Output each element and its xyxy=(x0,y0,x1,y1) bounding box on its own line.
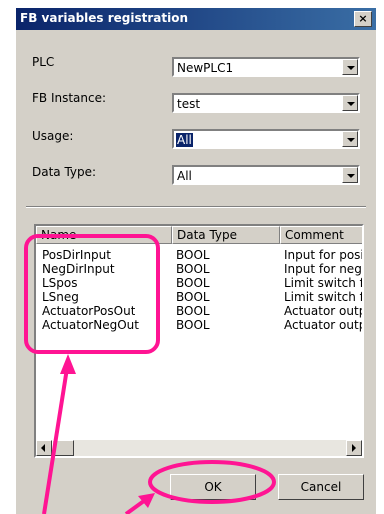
row-name: LSpos xyxy=(42,276,78,290)
row-type: BOOL xyxy=(176,290,210,304)
row-type: BOOL xyxy=(176,304,210,318)
close-button[interactable]: × xyxy=(354,11,372,27)
row-comment: Limit switch fo xyxy=(284,290,364,304)
usage-label: Usage: xyxy=(32,129,74,143)
data-type-label: Data Type: xyxy=(32,165,97,179)
row-name: ActuatorPosOut xyxy=(42,304,136,318)
row-name: NegDirInput xyxy=(42,262,115,276)
row-comment: Input for positi xyxy=(284,248,364,262)
row-comment: Actuator outpu xyxy=(284,318,362,332)
row-type: BOOL xyxy=(176,318,210,332)
scroll-left-icon[interactable] xyxy=(36,440,52,456)
chevron-down-icon[interactable] xyxy=(342,167,358,183)
cancel-button[interactable]: Cancel xyxy=(278,474,364,500)
list-header: Name Data Type Comment xyxy=(36,226,362,244)
table-row[interactable]: LSneg BOOL Limit switch fo xyxy=(36,290,364,304)
variables-list[interactable]: Name Data Type Comment PosDirInput BOOL … xyxy=(34,224,364,458)
table-row[interactable]: ActuatorPosOut BOOL Actuator outpu xyxy=(36,304,362,318)
chevron-down-icon[interactable] xyxy=(342,59,358,75)
separator xyxy=(26,206,366,208)
row-name: LSneg xyxy=(42,290,79,304)
row-comment: Actuator outpu xyxy=(284,304,362,318)
plc-combo[interactable]: NewPLC1 xyxy=(172,57,360,77)
plc-label: PLC xyxy=(32,55,55,69)
data-type-value: All xyxy=(177,169,192,183)
column-header-data-type[interactable]: Data Type xyxy=(172,226,280,244)
ok-button[interactable]: OK xyxy=(170,474,256,500)
data-type-combo[interactable]: All xyxy=(172,165,360,185)
table-row[interactable]: LSpos BOOL Limit switch fo xyxy=(36,276,364,290)
horizontal-scrollbar[interactable] xyxy=(36,440,362,456)
row-name: PosDirInput xyxy=(42,248,111,262)
title-bar: FB variables registration × xyxy=(16,8,376,30)
scroll-right-icon[interactable] xyxy=(346,440,362,456)
fb-instance-label: FB Instance: xyxy=(32,91,107,105)
usage-combo[interactable]: All xyxy=(172,129,360,149)
row-type: BOOL xyxy=(176,276,210,290)
scroll-thumb[interactable] xyxy=(52,440,74,456)
table-row[interactable]: ActuatorNegOut BOOL Actuator outpu xyxy=(36,318,362,332)
table-row[interactable]: NegDirInput BOOL Input for nega xyxy=(36,262,364,276)
table-row[interactable]: PosDirInput BOOL Input for positi xyxy=(36,248,364,262)
fb-variables-dialog: FB variables registration × PLC NewPLC1 … xyxy=(16,8,376,514)
row-comment: Limit switch fo xyxy=(284,276,364,290)
column-header-name[interactable]: Name xyxy=(36,226,172,244)
plc-value: NewPLC1 xyxy=(177,61,234,75)
fb-instance-combo[interactable]: test xyxy=(172,93,360,113)
row-type: BOOL xyxy=(176,248,210,262)
row-comment: Input for nega xyxy=(284,262,364,276)
chevron-down-icon[interactable] xyxy=(342,95,358,111)
row-name: ActuatorNegOut xyxy=(42,318,139,332)
column-header-comment[interactable]: Comment xyxy=(280,226,362,244)
fb-instance-value: test xyxy=(177,97,201,111)
dialog-title: FB variables registration xyxy=(20,11,189,25)
usage-value: All xyxy=(176,133,193,147)
chevron-down-icon[interactable] xyxy=(342,131,358,147)
row-type: BOOL xyxy=(176,262,210,276)
